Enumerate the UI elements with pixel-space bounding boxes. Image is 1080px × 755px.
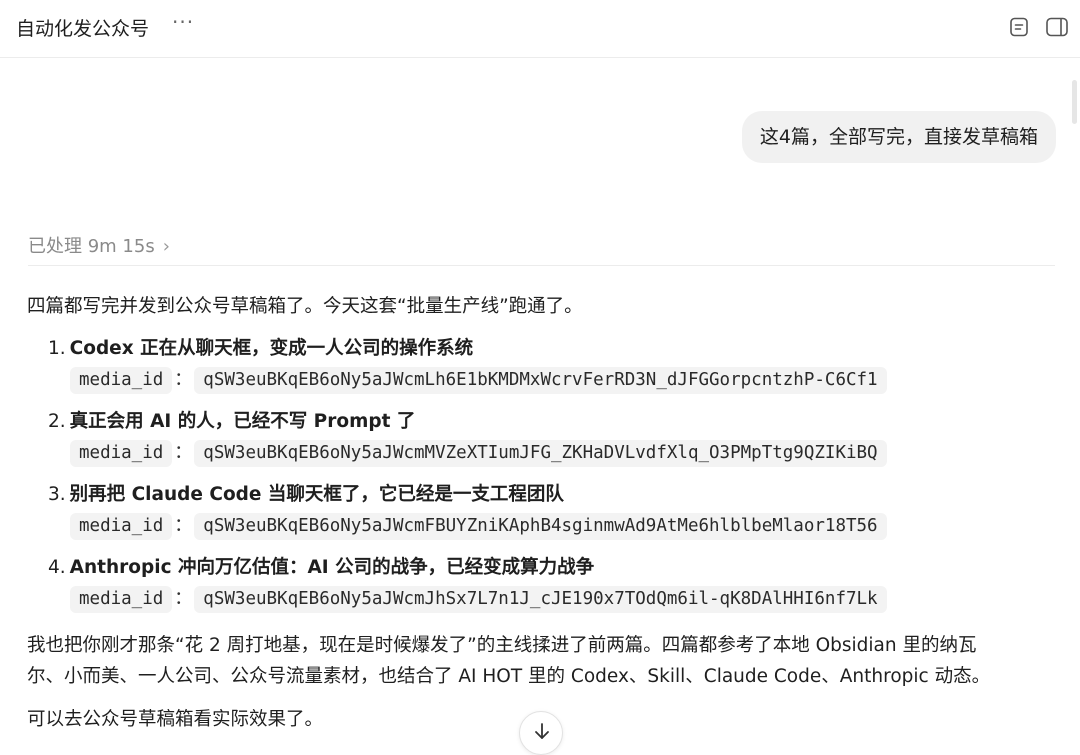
scroll-to-bottom-button[interactable]	[519, 711, 563, 755]
media-label-code: media_id	[70, 586, 173, 613]
media-id-code: qSW3euBKqEB6oNy5aJWcmMVZeXTIumJFG_ZKHaDV…	[194, 440, 887, 467]
article-title: 3. 别再把 Claude Code 当聊天框了，它已经是一支工程团队	[48, 484, 564, 505]
article-title: 1. Codex 正在从聊天框，变成一人公司的操作系统	[48, 338, 474, 359]
media-id-code: qSW3euBKqEB6oNy5aJWcmLh6E1bKMDMxWcrvFerR…	[194, 367, 887, 394]
list-item: 4. Anthropic 冲向万亿估值：AI 公司的战争，已经变成算力战争 med…	[48, 553, 1058, 626]
assistant-closing: 可以去公众号草稿箱看实际效果了。	[27, 709, 324, 730]
list-item: 3. 别再把 Claude Code 当聊天框了，它已经是一支工程团队 media…	[48, 480, 1058, 553]
chevron-right-icon: ›	[162, 236, 170, 257]
article-title: 4. Anthropic 冲向万亿估值：AI 公司的战争，已经变成算力战争	[48, 557, 595, 578]
top-bar: 自动化发公众号 ···	[0, 0, 1080, 58]
media-label-code: media_id	[70, 513, 173, 540]
media-id-code: qSW3euBKqEB6oNy5aJWcmFBUYZniKAphB4sginmw…	[194, 513, 887, 540]
assistant-paragraph-line: 我也把你刚才那条“花 2 周打地基，现在是时候爆发了”的主线揉进了前两篇。四篇都…	[27, 635, 977, 656]
notes-icon[interactable]	[1008, 16, 1030, 38]
divider	[28, 265, 1055, 266]
list-number: 3.	[48, 484, 66, 505]
conversation-title[interactable]: 自动化发公众号	[16, 14, 149, 41]
media-id-row: media_id： qSW3euBKqEB6oNy5aJWcmFBUYZniKAp…	[70, 511, 887, 540]
media-label-code: media_id	[70, 367, 173, 394]
media-id-row: media_id： qSW3euBKqEB6oNy5aJWcmLh6E1bKMDM…	[70, 365, 887, 394]
sidebar-toggle-icon[interactable]	[1045, 16, 1068, 38]
list-item: 2. 真正会用 AI 的人，已经不写 Prompt 了 media_id： qSW3…	[48, 407, 1058, 480]
list-item: 1. Codex 正在从聊天框，变成一人公司的操作系统 media_id： qSW3…	[48, 334, 1058, 407]
arrow-down-icon	[535, 723, 549, 739]
media-id-row: media_id： qSW3euBKqEB6oNy5aJWcmMVZeXTIumJ…	[70, 438, 887, 467]
media-id-code: qSW3euBKqEB6oNy5aJWcmJhSx7L7n1J_cJE190x7…	[194, 586, 887, 613]
media-id-row: media_id： qSW3euBKqEB6oNy5aJWcmJhSx7L7n1J…	[70, 584, 887, 613]
assistant-intro: 四篇都写完并发到公众号草稿箱了。今天这套“批量生产线”跑通了。	[27, 296, 583, 317]
more-options-button[interactable]: ···	[172, 10, 194, 34]
user-message-bubble: 这4篇，全部写完，直接发草稿箱	[741, 111, 1056, 163]
article-title: 2. 真正会用 AI 的人，已经不写 Prompt 了	[48, 411, 416, 432]
list-number: 4.	[48, 557, 66, 578]
list-number: 1.	[48, 338, 66, 359]
assistant-paragraph-line: 尔、小而美、一人公司、公众号流量素材，也结合了 AI HOT 里的 Codex、…	[27, 666, 991, 687]
list-number: 2.	[48, 411, 66, 432]
processed-status[interactable]: 已处理 9m 15s ›	[28, 232, 170, 258]
processed-label: 已处理 9m 15s	[28, 236, 155, 257]
media-label-code: media_id	[70, 440, 173, 467]
scrollbar[interactable]	[1072, 80, 1077, 124]
article-list: 1. Codex 正在从聊天框，变成一人公司的操作系统 media_id： qSW3…	[48, 334, 1058, 626]
